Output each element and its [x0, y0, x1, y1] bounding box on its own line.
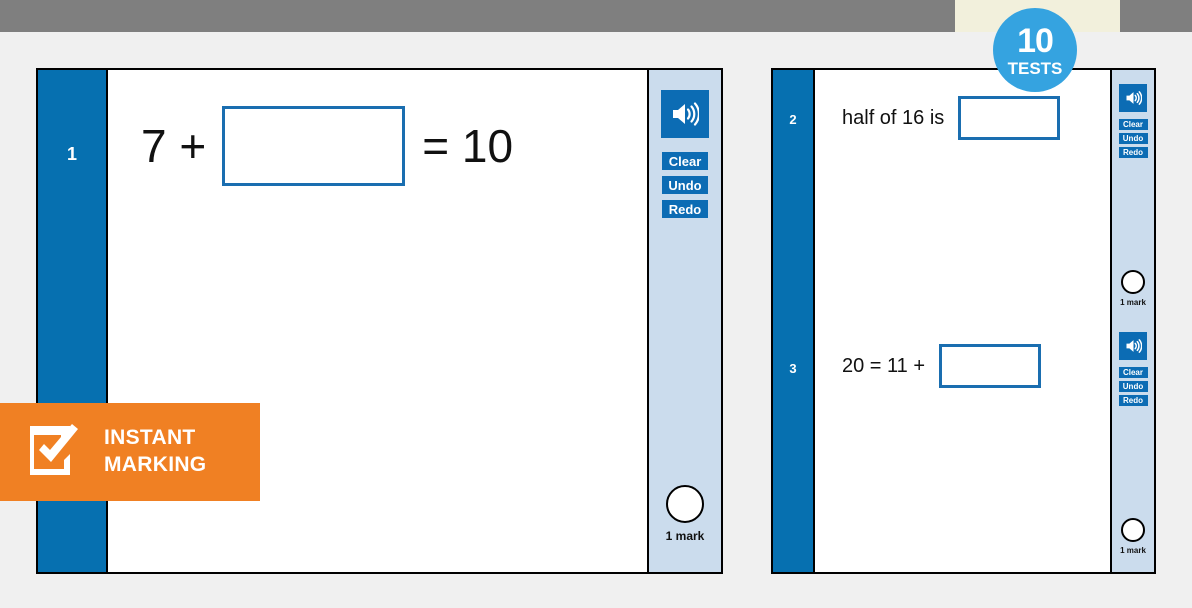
- left-toolbar: Clear Undo Redo 1 mark: [647, 70, 721, 572]
- clear-button[interactable]: Clear: [1118, 367, 1148, 378]
- right-q2-tool-group: Clear Undo Redo: [1112, 84, 1154, 158]
- undo-button[interactable]: Undo: [662, 176, 708, 194]
- mark-circle: [1121, 518, 1145, 542]
- instant-marking-line2: MARKING: [104, 453, 207, 476]
- question-2-text: half of 16 is: [842, 106, 945, 129]
- left-q1-tool-group: Clear Undo Redo: [649, 90, 721, 218]
- instant-marking-text: INSTANT MARKING: [104, 425, 206, 479]
- instant-marking-banner: INSTANT MARKING: [0, 403, 260, 501]
- speaker-button[interactable]: [1119, 84, 1147, 112]
- right-toolbar: Clear Undo Redo 1 mark Clear Undo Redo 1…: [1110, 70, 1154, 572]
- badge-count: 10: [1017, 21, 1054, 60]
- question-3-text: 20 = 11 +: [842, 354, 926, 377]
- right-test-paper: 2 3 half of 16 is 20 = 11 + Clear Undo R…: [771, 68, 1156, 574]
- question-2-row: half of 16 is: [842, 96, 1061, 140]
- badge-label: TESTS: [1007, 58, 1063, 78]
- speaker-icon: [671, 102, 699, 126]
- screenshot-root: 1 7 + = 10 Clear Undo Redo 1 mark 2 3 ha…: [0, 0, 1192, 608]
- right-q3-tool-group: Clear Undo Redo: [1112, 332, 1154, 406]
- mark-label: 1 mark: [665, 529, 705, 543]
- question-3-answer-box[interactable]: [939, 344, 1042, 388]
- right-question-number-column: 2 3: [773, 70, 815, 572]
- question-1-text-before: 7 +: [141, 120, 207, 172]
- undo-button[interactable]: Undo: [1118, 133, 1148, 144]
- mark-circle: [1121, 270, 1145, 294]
- speaker-button[interactable]: [1119, 332, 1147, 360]
- question-number-2: 2: [789, 112, 797, 127]
- question-1-text-after: = 10: [422, 120, 514, 172]
- mark-label: 1 mark: [1120, 298, 1146, 307]
- speaker-button[interactable]: [661, 90, 709, 138]
- mark-label: 1 mark: [1120, 546, 1146, 555]
- instant-marking-line1: INSTANT: [104, 426, 196, 450]
- right-q3-mark-block: 1 mark: [1112, 518, 1154, 555]
- speaker-icon: [1125, 91, 1142, 105]
- question-1-row: 7 + = 10: [141, 106, 513, 186]
- question-1-answer-box[interactable]: [222, 106, 406, 186]
- right-q2-mark-block: 1 mark: [1112, 270, 1154, 307]
- question-number-3: 3: [789, 361, 797, 376]
- tests-count-badge: 10 TESTS: [993, 8, 1077, 92]
- redo-button[interactable]: Redo: [1118, 147, 1148, 158]
- question-number-1: 1: [66, 144, 77, 164]
- question-3-row: 20 = 11 +: [842, 344, 1042, 388]
- right-question-area: half of 16 is 20 = 11 +: [815, 70, 1110, 572]
- question-2-answer-box[interactable]: [958, 96, 1061, 140]
- redo-button[interactable]: Redo: [1118, 395, 1148, 406]
- clear-button[interactable]: Clear: [1118, 119, 1148, 130]
- speaker-icon: [1125, 339, 1142, 353]
- redo-button[interactable]: Redo: [662, 200, 708, 218]
- mark-circle: [666, 485, 704, 523]
- left-q1-mark-block: 1 mark: [649, 485, 721, 543]
- checkbox-checked-icon: [26, 422, 82, 483]
- clear-button[interactable]: Clear: [662, 152, 708, 170]
- undo-button[interactable]: Undo: [1118, 381, 1148, 392]
